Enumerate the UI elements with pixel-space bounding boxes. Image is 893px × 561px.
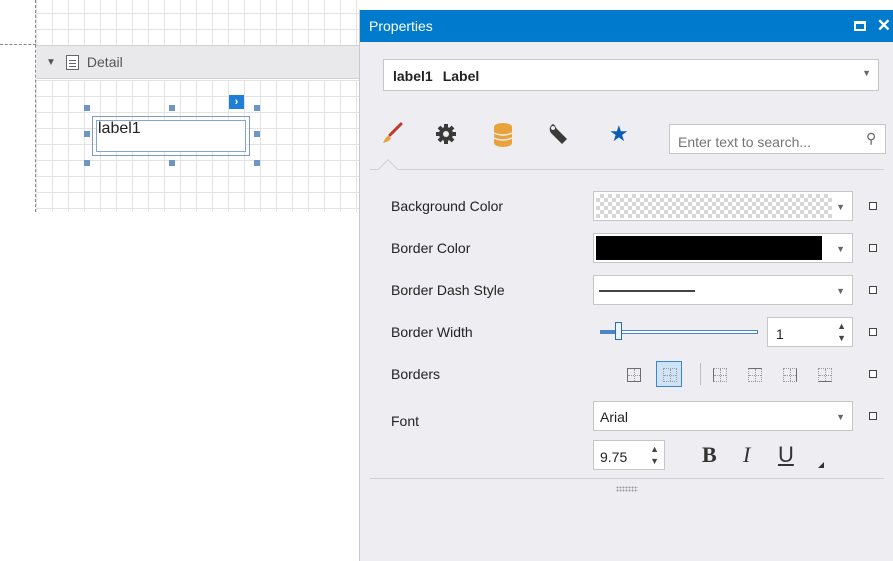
font-dialog-launcher-icon[interactable]: [818, 462, 824, 468]
dash-style-dropdown[interactable]: ▼: [593, 275, 853, 305]
font-family-dropdown[interactable]: Arial ▼: [593, 401, 853, 431]
property-label: Border Color: [391, 240, 471, 256]
border-bottom-icon: [818, 368, 832, 382]
resize-handle-top[interactable]: [169, 105, 175, 111]
band-label: Detail: [86, 54, 123, 70]
border-top-button[interactable]: [741, 361, 767, 387]
gear-icon[interactable]: [434, 122, 458, 151]
panel-title: Properties: [369, 18, 433, 34]
border-left-button[interactable]: [706, 361, 732, 387]
row-border-color: Border Color ▼: [360, 233, 893, 263]
smart-tag-icon[interactable]: ›: [229, 95, 244, 109]
border-top-icon: [748, 368, 762, 382]
resize-handle-bottom[interactable]: [169, 160, 175, 166]
maximize-icon[interactable]: [854, 21, 866, 31]
border-all-icon: [663, 368, 677, 382]
resize-handle-top-left[interactable]: [84, 105, 90, 111]
borders-none-button[interactable]: [620, 361, 646, 387]
reset-value-marker[interactable]: [869, 370, 877, 378]
property-label: Font: [391, 413, 420, 429]
italic-button[interactable]: I: [743, 442, 750, 468]
borders-separator: [700, 363, 701, 385]
description-divider: [370, 478, 884, 479]
property-tabs: ★ ⚲: [360, 110, 893, 179]
row-borders: Borders: [360, 359, 893, 389]
label-control[interactable]: label1: [92, 116, 250, 156]
border-width-slider-thumb[interactable]: [615, 322, 622, 340]
reset-value-marker[interactable]: [869, 244, 877, 252]
chevron-down-icon[interactable]: ▼: [836, 244, 845, 254]
reset-value-marker[interactable]: [869, 328, 877, 336]
border-none-icon: [627, 368, 641, 382]
chevron-down-icon[interactable]: ▼: [836, 412, 845, 422]
property-label: Border Width: [391, 324, 473, 340]
property-label: Borders: [391, 366, 441, 382]
active-tab-indicator: [378, 159, 398, 179]
border-width-value: 1: [776, 326, 784, 342]
resize-handle-top-right[interactable]: [254, 105, 260, 111]
database-icon[interactable]: [492, 122, 514, 153]
chevron-down-icon[interactable]: ▼: [836, 202, 845, 212]
resize-handle-bottom-right[interactable]: [254, 160, 260, 166]
solid-line-preview: [599, 290, 695, 292]
chevron-down-icon[interactable]: ▼: [836, 286, 845, 296]
wrench-icon[interactable]: [547, 122, 571, 151]
resize-handle-left[interactable]: [84, 131, 90, 137]
horizontal-margin-line: [0, 44, 36, 45]
paintbrush-icon[interactable]: [381, 122, 405, 151]
tab-divider: [370, 169, 884, 170]
spin-updown-icon[interactable]: ▲ ▼: [837, 320, 846, 344]
resize-handle-right[interactable]: [254, 131, 260, 137]
font-size-value: 9.75: [600, 449, 628, 465]
reset-value-marker[interactable]: [869, 202, 877, 210]
band-document-icon: [65, 54, 79, 70]
font-family-value: Arial: [600, 409, 629, 425]
detail-band-header[interactable]: ▼ Detail: [36, 45, 360, 79]
reset-value-marker[interactable]: [869, 412, 877, 420]
border-left-icon: [713, 368, 727, 382]
design-surface[interactable]: ▼ Detail label1 ›: [0, 0, 360, 561]
row-border-dash-style: Border Dash Style ▼: [360, 275, 893, 305]
chevron-down-icon[interactable]: ▼: [862, 68, 871, 78]
grid-top-band: [36, 0, 360, 45]
border-bottom-button[interactable]: [811, 361, 837, 387]
properties-panel: Properties ✕ label1 Label ▼ ★ ⚲: [359, 10, 893, 561]
property-label: Border Dash Style: [391, 282, 505, 298]
resize-handle-bottom-left[interactable]: [84, 160, 90, 166]
border-right-button[interactable]: [776, 361, 802, 387]
splitter-grip-icon[interactable]: [616, 486, 638, 492]
close-icon[interactable]: ✕: [877, 16, 891, 36]
property-label: Background Color: [391, 198, 504, 214]
object-class: Label: [442, 68, 480, 84]
reset-value-marker[interactable]: [869, 286, 877, 294]
panel-titlebar: Properties ✕: [360, 10, 893, 42]
star-icon[interactable]: ★: [609, 122, 629, 146]
border-right-icon: [783, 368, 797, 382]
border-width-slider-track[interactable]: [600, 330, 758, 334]
row-border-width: Border Width 1 ▲ ▼: [360, 317, 893, 347]
object-name: label1: [393, 68, 433, 84]
object-selector[interactable]: label1 Label ▼: [383, 59, 879, 91]
border-color-picker[interactable]: ▼: [593, 233, 853, 263]
row-font: Font Arial ▼: [360, 401, 893, 431]
row-background-color: Background Color ▼: [360, 191, 893, 221]
borders-all-button[interactable]: [656, 361, 682, 387]
search-input[interactable]: [669, 124, 886, 154]
row-font-style: 9.75 ▲ ▼ B I U: [360, 440, 893, 470]
label-control-text: label1: [98, 120, 141, 137]
report-designer-window: ▼ Detail label1 › Properties ✕ label1 Lab…: [0, 0, 893, 561]
collapse-triangle-icon[interactable]: ▼: [46, 57, 56, 68]
border-width-spinner[interactable]: 1 ▲ ▼: [767, 317, 853, 347]
spin-updown-icon[interactable]: ▲ ▼: [650, 443, 659, 467]
underline-button[interactable]: U: [778, 442, 794, 468]
search-icon[interactable]: ⚲: [866, 130, 876, 147]
font-size-spinner[interactable]: 9.75 ▲ ▼: [593, 440, 665, 470]
transparent-swatch: [596, 194, 832, 218]
bold-button[interactable]: B: [702, 442, 717, 468]
background-color-picker[interactable]: ▼: [593, 191, 853, 221]
color-swatch: [596, 236, 822, 260]
